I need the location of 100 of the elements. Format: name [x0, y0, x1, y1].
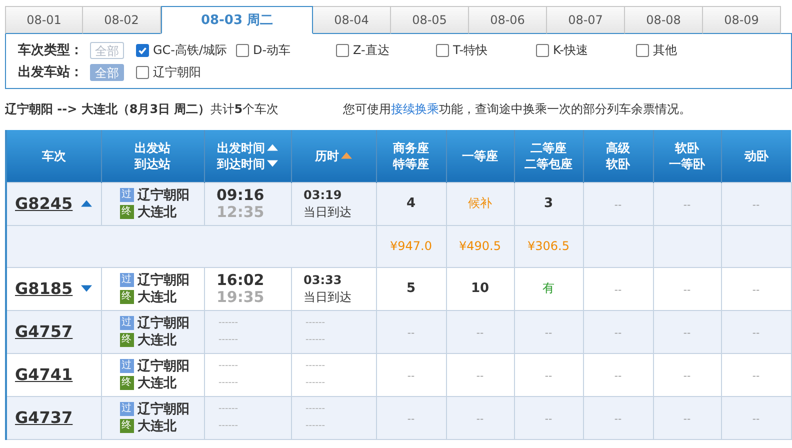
date-tab[interactable]: 08-03 周二 [161, 6, 313, 34]
column-title: 二等座 [530, 140, 566, 156]
checkbox-label[interactable]: 辽宁朝阳 [153, 64, 201, 80]
seat-availability: -- [683, 328, 691, 338]
date-tab[interactable]: 08-04 [313, 6, 391, 34]
date-tab[interactable]: 08-05 [391, 6, 469, 34]
seat-availability: -- [407, 414, 415, 424]
seat-availability: -- [752, 200, 760, 210]
station-name[interactable]: 辽宁朝阳 [138, 186, 190, 204]
column-title: 一等座 [462, 148, 498, 164]
column-title: 一等卧 [669, 156, 705, 172]
seat-availability: -- [614, 284, 622, 296]
sort-arrow-icon[interactable] [267, 144, 278, 152]
checkbox-label[interactable]: GC-高铁/城际 [153, 42, 228, 58]
date-tab[interactable]: 08-09 [703, 6, 781, 34]
station-badge: 终 [120, 376, 134, 390]
station-name[interactable]: 大连北 [138, 203, 176, 221]
seat-availability: -- [614, 370, 622, 382]
station-badge: 终 [120, 290, 134, 304]
sort-arrow-icon[interactable] [267, 160, 278, 168]
seat-availability: -- [752, 414, 760, 424]
duration: 03:33 [304, 272, 343, 288]
date-tab[interactable]: 08-01 [5, 6, 83, 34]
seat-availability: -- [683, 284, 691, 296]
station-badge: 过 [120, 273, 134, 287]
checkbox[interactable] [536, 44, 549, 56]
column-title: 出发时间 [217, 140, 265, 156]
date-tab[interactable]: 08-08 [625, 6, 703, 34]
seat-availability: -- [476, 328, 484, 338]
checkbox-label[interactable]: K-快速 [553, 42, 588, 58]
seat-availability: -- [544, 414, 552, 424]
caret-icon[interactable] [80, 200, 92, 207]
column-title: 软卧 [675, 140, 699, 156]
seat-availability[interactable]: 5 [406, 281, 416, 296]
seat-availability: -- [476, 414, 484, 424]
seat-availability[interactable]: 有 [542, 281, 554, 295]
station-badge: 终 [120, 205, 134, 219]
seat-availability: -- [476, 370, 484, 382]
station-name[interactable]: 辽宁朝阳 [138, 357, 190, 375]
date-tab[interactable]: 08-07 [547, 6, 625, 34]
column-title: 特等座 [393, 156, 429, 172]
filter-label: 出发车站： [18, 64, 84, 81]
station-name[interactable]: 辽宁朝阳 [138, 271, 190, 289]
seat-availability[interactable]: 4 [406, 196, 416, 211]
duration: ------ [304, 360, 326, 372]
column-title: 二等包座 [524, 156, 572, 172]
arrival-time: ------ [218, 376, 239, 390]
checkbox[interactable] [236, 44, 249, 56]
departure-time: ------ [218, 316, 239, 330]
station-name[interactable]: 大连北 [138, 417, 176, 435]
transfer-hint: 您可使用接续换乘功能，查询途中换乘一次的部分列车余票情况。 [343, 101, 691, 118]
caret-icon[interactable] [80, 285, 92, 292]
station-badge: 过 [120, 402, 134, 416]
checkbox-label[interactable]: D-动车 [253, 42, 291, 58]
result-summary: 辽宁朝阳 --> 大连北（8月3日 周二）共计5个车次 [5, 101, 280, 118]
checkbox-label[interactable]: Z-直达 [353, 42, 390, 58]
station-badge: 过 [120, 359, 134, 373]
departure-time: ------ [218, 360, 239, 372]
station-name[interactable]: 辽宁朝阳 [138, 314, 190, 332]
station-name[interactable]: 大连北 [138, 331, 176, 349]
transfer-link[interactable]: 接续换乘 [391, 102, 439, 116]
departure-time: 16:02 [216, 272, 266, 288]
seat-availability: -- [614, 414, 622, 424]
arrival-day: 当日到达 [304, 288, 376, 306]
column-title: 到达站 [134, 156, 170, 172]
checkbox-label[interactable]: 其他 [653, 42, 677, 58]
seat-availability: -- [407, 328, 415, 338]
checkbox[interactable] [336, 44, 349, 56]
seat-availability: -- [614, 328, 622, 338]
column-title: 车次 [42, 148, 66, 164]
date-tab[interactable]: 08-02 [83, 6, 161, 34]
date-tab[interactable]: 08-06 [469, 6, 547, 34]
arrival-day: ------ [304, 332, 376, 348]
station-badge: 终 [120, 419, 134, 433]
seat-availability[interactable]: 10 [470, 281, 490, 296]
checkbox-label[interactable]: T-特快 [453, 42, 488, 58]
seat-price: ¥306.5 [528, 239, 570, 253]
station-badge: 过 [120, 316, 134, 330]
seat-availability[interactable]: 3 [544, 196, 554, 211]
departure-time: 09:16 [216, 186, 266, 204]
seat-availability: -- [544, 328, 552, 338]
arrival-time: 12:35 [216, 204, 266, 220]
seat-availability: -- [752, 370, 760, 382]
arrival-time: ------ [218, 420, 239, 432]
arrival-day: 当日到达 [304, 204, 376, 220]
column-title: 软卧 [606, 156, 630, 172]
seat-availability: -- [683, 370, 691, 382]
seat-availability: -- [683, 414, 691, 424]
checkbox[interactable] [436, 44, 449, 56]
seat-availability: -- [752, 328, 760, 338]
station-name[interactable]: 大连北 [138, 374, 176, 392]
station-name[interactable]: 辽宁朝阳 [138, 400, 190, 418]
arrival-day: ------ [304, 374, 376, 392]
checkbox[interactable] [636, 44, 649, 56]
duration: 03:19 [304, 186, 343, 204]
seat-availability: -- [752, 284, 760, 296]
station-name[interactable]: 大连北 [138, 288, 176, 306]
filter-label: 车次类型： [18, 42, 84, 59]
checkbox[interactable] [136, 44, 149, 56]
checkbox[interactable] [136, 66, 149, 78]
